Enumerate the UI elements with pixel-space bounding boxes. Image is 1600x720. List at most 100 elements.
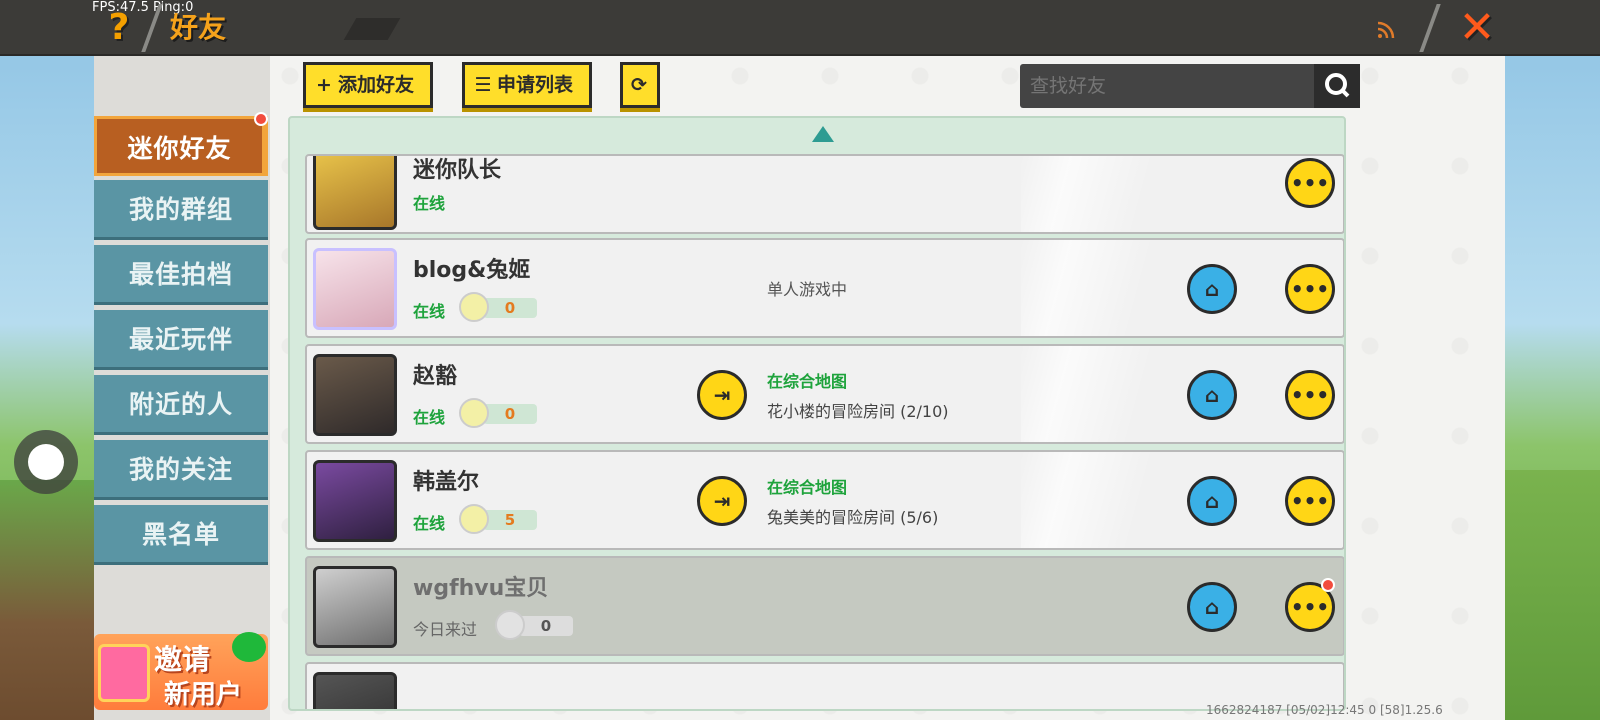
list-item[interactable]: 赵豁 在线 0 ⇥ 在综合地图 花小楼的冒险房间 (2/10) ⌂ ••• bbox=[305, 344, 1344, 444]
chat-bubble-icon: ••• bbox=[1290, 489, 1330, 513]
home-button[interactable]: ⌂ bbox=[1187, 370, 1237, 420]
tab-label: 附近的人 bbox=[128, 390, 233, 419]
tab-following[interactable]: 我的关注 bbox=[94, 440, 268, 500]
room-name: 兔美美的冒险房间 (5/6) bbox=[767, 508, 939, 527]
chat-button[interactable]: ••• bbox=[1285, 264, 1335, 314]
home-button[interactable]: ⌂ bbox=[1187, 476, 1237, 526]
chat-bubble-icon: ••• bbox=[1290, 277, 1330, 301]
tab-mini-friends[interactable]: 迷你好友 bbox=[94, 116, 268, 176]
house-icon: ⌂ bbox=[1204, 489, 1220, 513]
avatar bbox=[313, 156, 397, 230]
points-value: 0 bbox=[483, 404, 537, 424]
tab-label: 最近玩伴 bbox=[128, 325, 233, 354]
enter-icon: ⇥ bbox=[713, 489, 731, 513]
chat-button[interactable]: ••• bbox=[1285, 476, 1335, 526]
wechat-icon bbox=[232, 632, 266, 662]
avatar bbox=[313, 460, 397, 542]
points-badge: 0 bbox=[459, 398, 539, 428]
unread-dot bbox=[1321, 578, 1335, 592]
decoration bbox=[343, 18, 401, 40]
search-box bbox=[1020, 64, 1360, 108]
friend-name: blog&兔姬 bbox=[413, 258, 531, 283]
flower-icon bbox=[459, 398, 489, 428]
list-icon: ☰ bbox=[474, 74, 492, 96]
game-state: 单人游戏中 bbox=[767, 280, 848, 299]
row-gloss bbox=[1021, 240, 1161, 336]
search-button[interactable] bbox=[1314, 64, 1360, 108]
flower-icon bbox=[495, 610, 525, 640]
invite-new-user-banner[interactable]: 邀请 新用户 bbox=[94, 632, 268, 710]
points-value: 5 bbox=[483, 510, 537, 530]
join-room-button[interactable]: ⇥ bbox=[697, 476, 747, 526]
house-icon: ⌂ bbox=[1204, 595, 1220, 619]
tab-my-groups[interactable]: 我的群组 bbox=[94, 180, 268, 240]
enter-icon: ⇥ bbox=[713, 383, 731, 407]
points-badge: 0 bbox=[459, 292, 539, 322]
tab-label: 黑名单 bbox=[141, 520, 220, 549]
request-list-label: 申请列表 bbox=[497, 74, 574, 96]
floating-assist-button[interactable] bbox=[14, 430, 78, 494]
row-gloss bbox=[1021, 452, 1161, 548]
close-icon[interactable]: ✕ bbox=[1455, 6, 1499, 50]
signal-icon bbox=[1377, 21, 1395, 39]
plus-icon: + bbox=[316, 74, 332, 96]
notification-dot bbox=[254, 112, 268, 126]
list-item[interactable] bbox=[305, 662, 1344, 709]
refresh-button[interactable]: ⟳ bbox=[620, 62, 660, 108]
join-room-button[interactable]: ⇥ bbox=[697, 370, 747, 420]
chat-bubble-icon: ••• bbox=[1290, 383, 1330, 407]
house-icon: ⌂ bbox=[1204, 277, 1220, 301]
avatar bbox=[313, 354, 397, 436]
help-icon[interactable]: ? bbox=[104, 6, 134, 50]
tab-label: 我的群组 bbox=[128, 195, 233, 224]
chat-button[interactable]: ••• bbox=[1285, 158, 1335, 208]
chat-button[interactable]: ••• bbox=[1285, 370, 1335, 420]
tab-recent-players[interactable]: 最近玩伴 bbox=[94, 310, 268, 370]
friend-name: wgfhvu宝贝 bbox=[413, 576, 549, 601]
invite-subtitle: 新用户 bbox=[164, 680, 243, 710]
refresh-icon: ⟳ bbox=[631, 74, 647, 96]
invite-title: 邀请 bbox=[154, 643, 211, 676]
chat-bubble-icon: ••• bbox=[1290, 171, 1330, 195]
friend-status: 今日来过 bbox=[413, 620, 478, 639]
room-name: 花小楼的冒险房间 (2/10) bbox=[767, 402, 949, 421]
list-item[interactable]: wgfhvu宝贝 今日来过 0 ⌂ ••• bbox=[305, 556, 1344, 656]
search-icon bbox=[1325, 73, 1350, 98]
page-title: 好友 bbox=[170, 11, 227, 44]
friend-status: 在线 bbox=[413, 514, 446, 533]
scroll-up-arrow-icon[interactable] bbox=[812, 126, 834, 142]
home-button[interactable]: ⌂ bbox=[1187, 264, 1237, 314]
build-info: 1662824187 [05/02]12:45 0 [58]1.25.6 bbox=[1206, 703, 1443, 717]
divider bbox=[1419, 4, 1441, 52]
friend-status: 在线 bbox=[413, 408, 446, 427]
points-value: 0 bbox=[483, 298, 537, 318]
friend-name: 迷你队长 bbox=[413, 158, 502, 183]
avatar bbox=[313, 672, 397, 709]
list-item[interactable]: 迷你队长 在线 ••• bbox=[305, 154, 1344, 234]
tab-nearby[interactable]: 附近的人 bbox=[94, 375, 268, 435]
friend-name: 赵豁 bbox=[413, 364, 458, 389]
friend-list[interactable]: 迷你队长 在线 ••• blog&兔姬 在线 0 单人游戏中 ⌂ ••• 赵豁 … bbox=[288, 116, 1346, 711]
avatar bbox=[313, 248, 397, 330]
points-value: 0 bbox=[519, 616, 573, 636]
tab-blacklist[interactable]: 黑名单 bbox=[94, 505, 268, 565]
points-badge: 5 bbox=[459, 504, 539, 534]
request-list-button[interactable]: ☰ 申请列表 bbox=[462, 62, 592, 108]
friend-name: 韩盖尔 bbox=[413, 470, 480, 495]
map-name: 在综合地图 bbox=[767, 372, 848, 391]
friend-status: 在线 bbox=[413, 302, 446, 321]
house-icon: ⌂ bbox=[1204, 383, 1220, 407]
avatar bbox=[313, 566, 397, 648]
map-name: 在综合地图 bbox=[767, 478, 848, 497]
search-input[interactable] bbox=[1020, 64, 1314, 108]
list-item[interactable]: 韩盖尔 在线 5 ⇥ 在综合地图 兔美美的冒险房间 (5/6) ⌂ ••• bbox=[305, 450, 1344, 550]
tab-best-partners[interactable]: 最佳拍档 bbox=[94, 245, 268, 305]
list-item[interactable]: blog&兔姬 在线 0 单人游戏中 ⌂ ••• bbox=[305, 238, 1344, 338]
row-gloss bbox=[1021, 346, 1161, 442]
home-button[interactable]: ⌂ bbox=[1187, 582, 1237, 632]
add-friend-button[interactable]: + 添加好友 bbox=[303, 62, 433, 108]
flower-icon bbox=[459, 292, 489, 322]
background-ground-right bbox=[1505, 470, 1600, 720]
friend-status: 在线 bbox=[413, 194, 446, 213]
row-gloss bbox=[1021, 156, 1161, 232]
